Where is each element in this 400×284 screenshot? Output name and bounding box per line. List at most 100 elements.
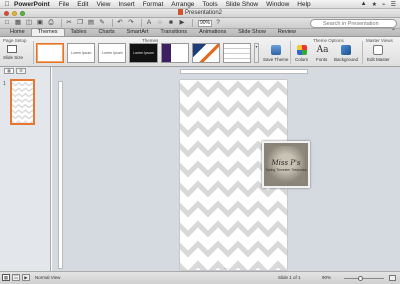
status-bar: ▦ ☷ ▶ Normal View Slide 1 of 1 90% <box>0 271 400 284</box>
layout-icon[interactable]: ▦ <box>14 19 22 27</box>
fonts-button[interactable]: Aa Fonts <box>316 45 329 62</box>
edit-master-button[interactable]: Edit Master <box>367 45 390 62</box>
menu-slide-show[interactable]: Slide Show <box>226 0 259 9</box>
tab-animations[interactable]: Animations <box>193 29 232 36</box>
slide-number: 1 <box>3 81 6 87</box>
list-icon[interactable]: ☰ <box>391 1 396 8</box>
menu-window[interactable]: Window <box>266 0 289 9</box>
shape-icon[interactable]: ○ <box>156 19 164 27</box>
undo-icon[interactable]: ↶ <box>116 19 124 27</box>
fonts-label: Fonts <box>316 57 328 62</box>
zoom-percent: 90% <box>322 275 332 280</box>
menu-extras: ▲ ★ ⌁ ☰ <box>361 1 400 8</box>
toolbar-divider <box>192 19 193 27</box>
tab-themes[interactable]: Themes <box>30 28 65 36</box>
menu-arrange[interactable]: Arrange <box>171 0 194 9</box>
fonts-icon: Aa <box>316 45 329 55</box>
gallery-scroll-icon[interactable]: ▾ <box>254 43 259 63</box>
view-buttons: ▦ ☷ ▶ <box>2 274 30 281</box>
slides-view-tab[interactable]: ▦ <box>4 68 14 74</box>
edit-master-icon <box>373 45 384 55</box>
theme-thumb[interactable]: Lorem Ipsum <box>67 43 96 63</box>
theme-thumb[interactable] <box>222 43 252 63</box>
menu-view[interactable]: View <box>96 0 110 9</box>
picture-icon[interactable]: ■ <box>167 19 175 27</box>
paste-icon[interactable]: ▤ <box>87 19 95 27</box>
tab-smartart[interactable]: SmartArt <box>121 29 155 36</box>
toolbar-divider <box>112 19 113 27</box>
save-icon[interactable]: ▣ <box>36 19 44 27</box>
menu-bar:  PowerPoint File Edit View Insert Forma… <box>0 0 400 9</box>
tab-charts[interactable]: Charts <box>92 29 120 36</box>
slide-thumbnail-pane: ▦ ☰ 1 <box>0 67 51 271</box>
group-label-page-setup: Page Setup <box>3 38 27 43</box>
theme-gallery: Lorem Ipsum Lorem Ipsum Lorem Ipsum ▾ <box>36 43 259 64</box>
theme-thumb[interactable] <box>36 43 65 63</box>
view-label: Normal View <box>35 275 61 280</box>
tab-review[interactable]: Review <box>272 29 302 36</box>
zoom-slider[interactable] <box>344 276 384 281</box>
menu-app-name[interactable]: PowerPoint <box>14 0 50 9</box>
theme-thumb[interactable]: Lorem Ipsum <box>98 43 127 63</box>
normal-view-button[interactable]: ▦ <box>2 274 10 281</box>
background-button[interactable]: Background <box>334 45 358 62</box>
slide-size-button[interactable]: Slide Size <box>3 45 24 60</box>
ribbon-tabs: Home Themes Tables Charts SmartArt Trans… <box>0 28 400 37</box>
window-title-text: Presentation2 <box>184 10 223 16</box>
zoom-slider-knob[interactable] <box>358 276 363 281</box>
save-theme-icon <box>270 45 281 55</box>
open-icon[interactable]: ◫ <box>25 19 33 27</box>
slide-size-icon <box>7 45 17 53</box>
tab-transitions[interactable]: Transitions <box>154 29 193 36</box>
colors-button[interactable]: Colors <box>295 45 308 62</box>
background-label: Background <box>334 57 359 62</box>
menu-insert[interactable]: Insert <box>118 0 134 9</box>
save-theme-button[interactable]: Save Theme <box>263 45 288 62</box>
menu-tools[interactable]: Tools <box>202 0 217 9</box>
fit-to-window-button[interactable] <box>389 275 396 281</box>
zoom-field[interactable]: 90% <box>198 19 212 27</box>
menu-format[interactable]: Format <box>143 0 164 9</box>
media-icon[interactable]: ▶ <box>178 19 186 27</box>
slide-size-label: Slide Size <box>3 55 24 60</box>
menu-edit[interactable]: Edit <box>77 0 88 9</box>
background-icon <box>341 45 352 55</box>
theme-thumb[interactable]: Lorem Ipsum <box>129 43 158 63</box>
window-title-bar: Presentation2 <box>0 9 400 18</box>
group-label-master-views: Master Views <box>366 38 393 43</box>
chevron-pattern-thumb <box>12 81 33 123</box>
redo-icon[interactable]: ↷ <box>127 19 135 27</box>
cut-icon[interactable]: ✂ <box>65 19 73 27</box>
ribbon-body: Page Setup Slide Size Themes Lorem Ipsum… <box>0 37 400 67</box>
tab-slide-show[interactable]: Slide Show <box>232 29 272 36</box>
status-icon-1[interactable]: ▲ <box>361 1 367 7</box>
wifi-icon[interactable]: ⌁ <box>382 1 386 8</box>
ribbon-divider <box>362 41 363 64</box>
slide-sorter-button[interactable]: ☷ <box>12 274 20 281</box>
new-icon[interactable]: □ <box>3 19 11 27</box>
slide-thumbnail[interactable] <box>10 79 35 125</box>
toolbar-divider <box>141 19 142 27</box>
tab-home[interactable]: Home <box>4 29 31 36</box>
tab-tables[interactable]: Tables <box>65 29 93 36</box>
search-input[interactable] <box>310 19 397 28</box>
help-icon[interactable]: ? <box>214 19 222 27</box>
theme-thumb[interactable] <box>160 43 189 63</box>
slide-show-button[interactable]: ▶ <box>22 274 30 281</box>
slide-canvas[interactable]: ⋯ <box>52 67 400 272</box>
format-painter-icon[interactable]: ✎ <box>98 19 106 27</box>
text-box-icon[interactable]: A <box>145 19 153 27</box>
toolbar-divider <box>61 19 62 27</box>
status-icon-2[interactable]: ★ <box>372 1 377 8</box>
menu-help[interactable]: Help <box>297 0 310 9</box>
outline-view-tab[interactable]: ☰ <box>16 68 26 74</box>
colors-icon <box>296 45 307 55</box>
copy-icon[interactable]: ❐ <box>76 19 84 27</box>
menu-file[interactable]: File <box>59 0 69 9</box>
group-label-theme-options: Theme Options <box>313 38 344 43</box>
apple-menu-icon[interactable]:  <box>0 1 14 8</box>
document-icon <box>177 9 183 15</box>
ribbon-collapse-icon[interactable]: ⌃ <box>391 29 400 36</box>
print-icon[interactable]: ⎙ <box>47 19 55 27</box>
theme-thumb[interactable] <box>191 43 220 63</box>
